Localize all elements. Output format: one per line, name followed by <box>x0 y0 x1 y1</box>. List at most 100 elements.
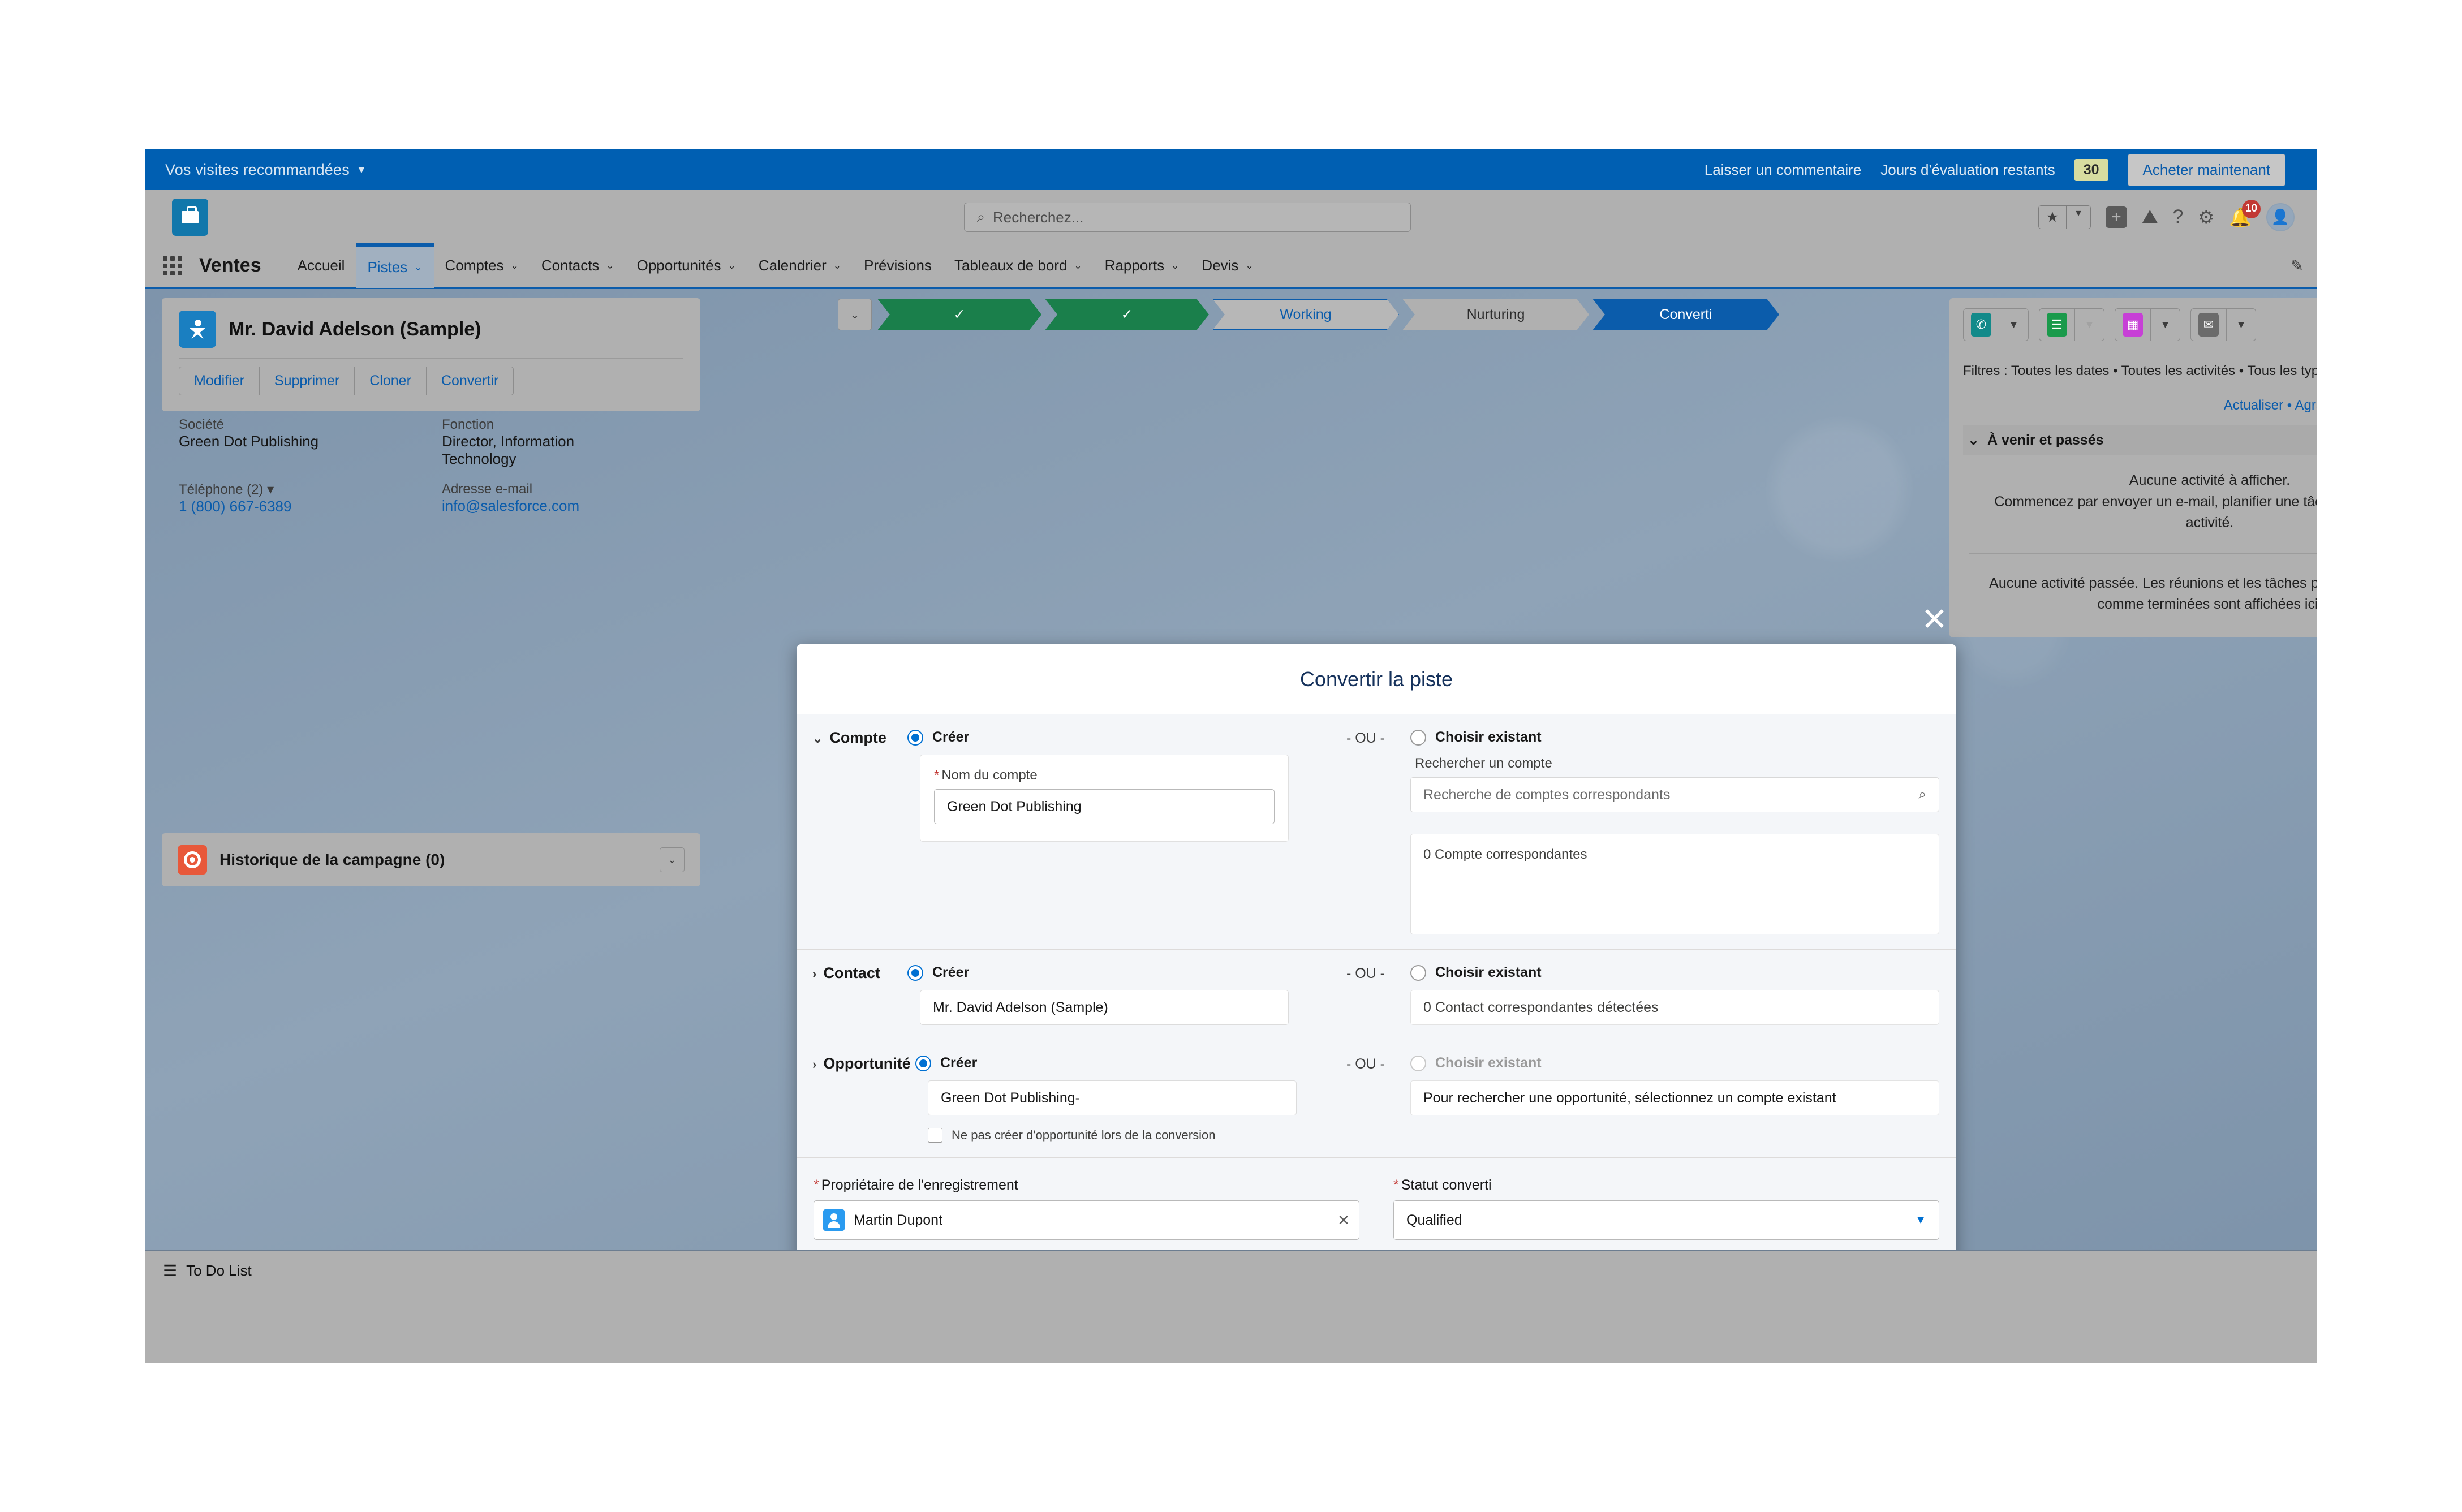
nav-item-previsions[interactable]: Prévisions <box>853 243 943 288</box>
path-stage-nurturing[interactable]: Nurturing <box>1402 299 1589 330</box>
chevron-down-icon[interactable]: ▾ <box>267 482 274 497</box>
owner-field-label-text: Propriétaire de l'enregistrement <box>821 1177 1018 1193</box>
new-event-button-group[interactable]: ▦ ▼ <box>2115 308 2180 341</box>
salesforce-app-logo-icon[interactable] <box>172 198 208 236</box>
apps-launcher-icon[interactable]: ⛰ <box>2142 206 2158 228</box>
field-societe: Société Green Dot Publishing <box>179 417 420 468</box>
row-label-account[interactable]: ⌄ Compte <box>797 729 907 934</box>
account-name-input[interactable]: Green Dot Publishing <box>934 789 1275 824</box>
send-email-button-group[interactable]: ✉ ▼ <box>2190 308 2256 341</box>
contact-name-input[interactable]: Mr. David Adelson (Sample) <box>920 990 1289 1025</box>
no-opportunity-checkbox-line[interactable]: Ne pas créer d'opportunité lors de la co… <box>928 1128 1337 1143</box>
radio-button-existing-account[interactable] <box>1410 729 1426 746</box>
radio-button-create-contact[interactable] <box>907 964 923 981</box>
path-stage-1[interactable]: ✓ <box>877 299 1041 330</box>
nav-item-pistes[interactable]: Pistes ⌄ <box>356 243 434 288</box>
nav-item-comptes[interactable]: Comptes ⌄ <box>434 243 530 288</box>
edit-page-icon[interactable]: ✎ <box>2291 256 2304 275</box>
path-stage-2[interactable]: ✓ <box>1045 299 1209 330</box>
path-stage-converti[interactable]: Converti <box>1592 299 1779 330</box>
global-search[interactable]: ⌕ Recherchez... <box>964 203 1411 232</box>
chevron-down-icon: ⌄ <box>414 261 423 273</box>
contact-existing-column: Choisir existant 0 Contact correspondant… <box>1394 964 1956 1025</box>
account-lookup-input[interactable]: Recherche de comptes correspondants ⌕ <box>1410 777 1939 812</box>
app-launcher-icon[interactable] <box>157 251 188 281</box>
radio-button-create-account[interactable] <box>907 729 923 746</box>
chevron-down-icon[interactable]: ▼ <box>2150 309 2180 341</box>
favorites-button-group[interactable]: ★ ▼ <box>2038 205 2091 229</box>
edit-button[interactable]: Modifier <box>179 367 259 395</box>
contact-create-column: Créer Mr. David Adelson (Sample) <box>907 964 1337 1025</box>
clone-button[interactable]: Cloner <box>354 367 426 395</box>
gear-icon[interactable]: ⚙ <box>2198 206 2214 228</box>
chevron-down-icon[interactable]: ▼ <box>2226 309 2256 341</box>
recommended-visits-dropdown[interactable]: Vos visites recommandées ▼ <box>165 161 367 179</box>
radio-button-create-opportunity[interactable] <box>915 1055 931 1071</box>
row-label-contact[interactable]: › Contact <box>797 964 907 1025</box>
activity-section-header[interactable]: ⌄ À venir et passés <box>1963 425 2317 455</box>
path-collapse-button[interactable]: ⌄ <box>838 299 872 330</box>
search-input[interactable]: ⌕ Recherchez... <box>964 203 1411 232</box>
radio-label: Créer <box>932 729 970 745</box>
field-fonction: Fonction Director, Information Technolog… <box>442 417 683 468</box>
todo-list-button[interactable]: To Do List <box>186 1262 252 1280</box>
notifications-bell-icon[interactable]: 🔔 10 <box>2229 199 2261 228</box>
add-icon[interactable]: + <box>2105 206 2127 228</box>
clear-owner-icon[interactable]: ✕ <box>1337 1212 1350 1229</box>
contact-existing-radio-line[interactable]: Choisir existant <box>1410 964 1939 981</box>
required-indicator: * <box>1393 1177 1399 1193</box>
record-owner-input[interactable]: Martin Dupont ✕ <box>814 1200 1359 1240</box>
opportunity-create-radio-line[interactable]: Créer <box>915 1055 1337 1071</box>
convert-button[interactable]: Convertir <box>425 367 513 395</box>
nav-item-calendrier[interactable]: Calendrier ⌄ <box>747 243 853 288</box>
opportunity-name-input[interactable]: Green Dot Publishing- <box>928 1080 1297 1115</box>
delete-button[interactable]: Supprimer <box>259 367 354 395</box>
nav-item-opportunites[interactable]: Opportunités ⌄ <box>626 243 747 288</box>
account-create-radio-line[interactable]: Créer <box>907 729 1337 746</box>
send-email-button[interactable]: ✉ <box>2191 309 2226 341</box>
avatar[interactable]: 👤 <box>2266 203 2295 231</box>
nav-item-tableaux-de-bord[interactable]: Tableaux de bord ⌄ <box>943 243 1094 288</box>
leave-feedback-link[interactable]: Laisser un commentaire <box>1705 161 1861 179</box>
star-icon[interactable]: ★ <box>2039 206 2066 229</box>
new-task-button-group[interactable]: ☰ ▼ <box>2039 308 2104 341</box>
activity-empty-line1: Aucune activité à afficher. <box>2129 472 2291 488</box>
divider <box>1969 553 2317 554</box>
campaign-history-card[interactable]: Historique de la campagne (0) ⌄ <box>162 833 700 886</box>
nav-item-rapports[interactable]: Rapports ⌄ <box>1094 243 1191 288</box>
app-name-label: Ventes <box>199 255 261 276</box>
path-stage-working[interactable]: Working <box>1212 299 1399 330</box>
field-label: Fonction <box>442 417 494 432</box>
checkbox-no-opportunity[interactable] <box>928 1128 942 1143</box>
nav-item-accueil[interactable]: Accueil <box>286 243 356 288</box>
activity-filters-row: Filtres : Toutes les dates • Toutes les … <box>1963 354 2317 389</box>
account-existing-radio-line[interactable]: Choisir existant <box>1410 729 1939 746</box>
new-task-button[interactable]: ☰ <box>2039 309 2074 341</box>
radio-button-existing-opportunity[interactable] <box>1410 1055 1426 1071</box>
radio-button-existing-contact[interactable] <box>1410 964 1426 981</box>
chevron-down-icon[interactable]: ▼ <box>1999 309 2028 341</box>
opportunity-create-column: Créer Green Dot Publishing- Ne pas créer… <box>915 1055 1337 1143</box>
lead-field-grid: Société Green Dot Publishing Fonction Di… <box>162 417 700 525</box>
log-call-button-group[interactable]: ✆ ▼ <box>1963 308 2029 341</box>
converted-status-select[interactable]: Qualified ▼ <box>1393 1200 1939 1240</box>
close-icon[interactable]: ✕ <box>1921 604 1948 635</box>
chevron-down-icon[interactable]: ⌄ <box>660 847 685 872</box>
row-label-opportunity[interactable]: › Opportunité <box>797 1055 915 1143</box>
account-name-label: * Nom du compte <box>934 768 1275 783</box>
nav-item-contacts[interactable]: Contacts ⌄ <box>530 243 626 288</box>
contact-create-radio-line[interactable]: Créer <box>907 964 1337 981</box>
new-event-button[interactable]: ▦ <box>2115 309 2150 341</box>
nav-item-devis[interactable]: Devis ⌄ <box>1190 243 1264 288</box>
buy-now-button[interactable]: Acheter maintenant <box>2127 153 2285 186</box>
status-field-column: * Statut converti Qualified ▼ <box>1393 1177 1939 1240</box>
chevron-down-icon[interactable]: ▼ <box>2066 205 2090 229</box>
chevron-down-icon[interactable]: ▼ <box>2074 309 2104 341</box>
opportunity-existing-radio-line[interactable]: Choisir existant <box>1410 1055 1939 1071</box>
log-call-button[interactable]: ✆ <box>1964 309 1999 341</box>
activity-links[interactable]: Actualiser • Agrandir tout • Afficher to… <box>1963 398 2317 413</box>
help-icon[interactable]: ? <box>2173 206 2184 228</box>
field-value[interactable]: 1 (800) 667-6389 <box>179 498 420 515</box>
field-value[interactable]: info@salesforce.com <box>442 497 683 515</box>
row-label-text: Compte <box>829 729 886 746</box>
